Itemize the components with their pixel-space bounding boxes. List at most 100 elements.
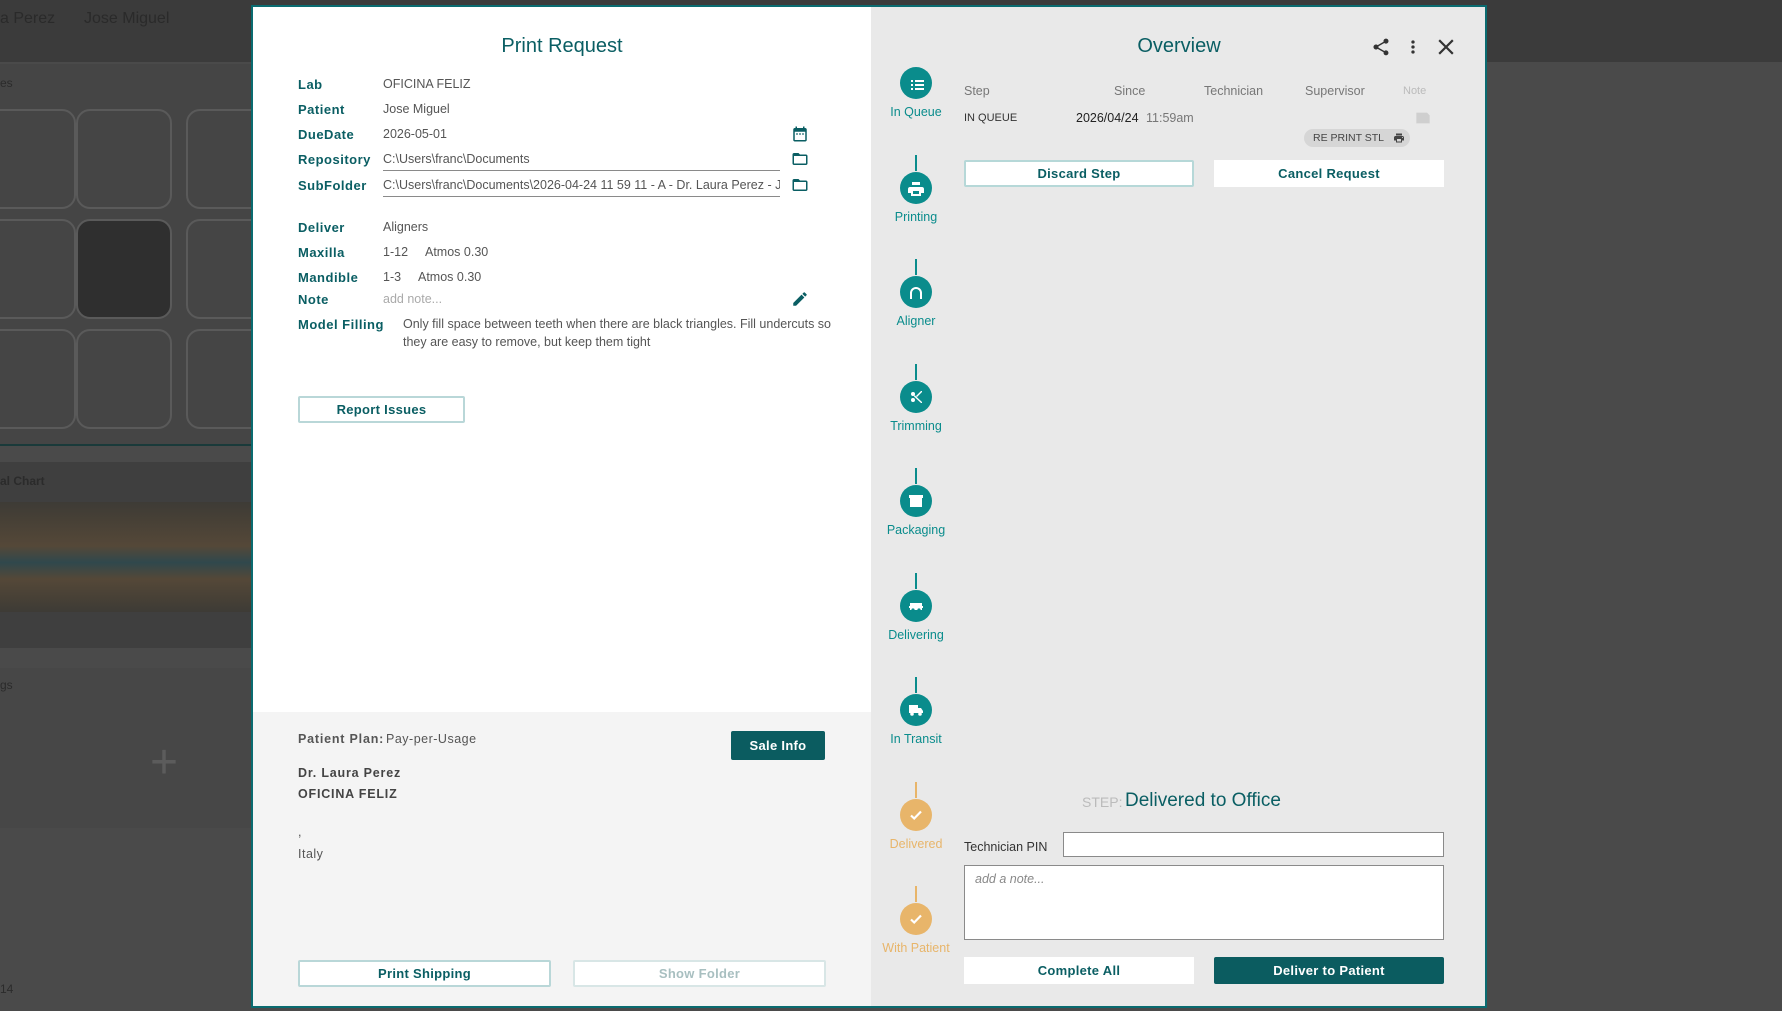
step-connector [915,781,917,798]
column-step: Step [964,84,990,98]
lab-value: OFICINA FELIZ [383,77,471,91]
background-card [76,219,172,319]
model-filling-label: Model Filling [298,317,384,332]
step-packaging[interactable]: Packaging [871,468,961,537]
column-technician: Technician [1204,84,1264,98]
technician-pin-input[interactable] [1063,832,1444,857]
background-faces-panel: es [0,64,282,446]
row-since-date: 2026/04/24 [1076,111,1139,125]
step-connector [915,259,917,275]
step-label: In Transit [890,732,942,746]
background-chart-panel: al Chart [0,462,260,648]
step-circle [900,694,932,726]
step-in-transit[interactable]: In Transit [871,677,961,746]
background-section-label: gs [0,678,13,692]
background-footer-number: 14 [0,982,14,996]
step-circle [900,485,932,517]
repository-field[interactable]: C:\Users\franc\Documents [383,152,530,166]
step-circle [900,798,932,831]
patient-plan-value: Pay-per-Usage [386,732,477,746]
maxilla-material: Atmos 0.30 [425,245,489,259]
step-label: Packaging [886,523,946,537]
column-note: Note [1403,85,1427,97]
report-issues-button[interactable]: Report Issues [298,396,465,423]
background-section-label: al Chart [0,474,45,488]
step-connector [915,886,917,902]
background-card [0,109,76,209]
duedate-value: 2026-05-01 [383,127,447,141]
step-connector [915,468,917,484]
add-icon: + [150,736,179,789]
folder-icon[interactable] [791,150,809,168]
background-notes-panel: gs [0,668,260,828]
column-since: Since [1114,84,1146,98]
discard-step-button[interactable]: Discard Step [964,160,1194,187]
step-label: Printing [894,209,938,224]
step-aligner[interactable]: Aligner [871,259,961,328]
mandible-range: 1-3 [383,270,402,284]
share-icon[interactable] [1371,37,1391,57]
subfolder-field[interactable]: C:\Users\franc\Documents\2026-04-24 11 5… [383,178,780,192]
step-circle [900,276,932,308]
package-icon [909,495,923,507]
duedate-label: DueDate [298,127,355,142]
truck-icon [909,705,923,716]
repository-underline [383,170,780,171]
deliver-label: Deliver [298,220,345,235]
patient-plan-footer: Patient Plan: Pay-per-Usage Sale Info Dr… [253,712,871,1006]
print-request-modal: Print Request Lab OFICINA FELIZ Patient … [251,5,1487,1008]
subfolder-underline [383,196,780,197]
country: Italy [298,847,324,861]
step-circle [900,67,932,99]
print-shipping-button[interactable]: Print Shipping [298,960,551,987]
complete-all-button[interactable]: Complete All [964,957,1194,984]
more-vert-icon[interactable] [1403,37,1423,57]
step-label: Aligner [896,314,936,328]
sale-info-button[interactable]: Sale Info [731,731,825,760]
car-icon [909,602,923,612]
step-circle [900,589,932,622]
doctor-name: Dr. Laura Perez [298,766,402,780]
step-label: Delivered [889,836,943,851]
note-label: Note [298,292,329,307]
step-label: With Patient [882,941,950,955]
note-icon[interactable] [1415,111,1431,125]
reprint-stl-chip[interactable]: RE PRINT STL [1304,129,1410,147]
step-prefix: STEP: [1082,794,1123,810]
breadcrumb-patient: Jose Miguel [84,10,170,27]
step-delivered[interactable]: Delivered [871,781,961,851]
note-placeholder[interactable]: add note... [383,292,442,306]
folder-icon[interactable] [791,176,809,194]
print-request-pane: Print Request Lab OFICINA FELIZ Patient … [253,7,871,1006]
aligner-icon [910,287,922,299]
step-circle [900,903,932,935]
overview-pane: Overview In Queue Printing Aligner Trimming… [871,7,1485,1006]
cancel-request-button[interactable]: Cancel Request [1214,160,1444,187]
calendar-icon[interactable] [791,125,809,143]
show-folder-button[interactable]: Show Folder [573,960,826,987]
step-trimming[interactable]: Trimming [871,363,961,433]
background-card [76,329,172,429]
close-icon[interactable] [1433,34,1459,60]
background-section-label: es [0,76,13,90]
step-circle [900,171,932,204]
step-label: Trimming [890,418,942,433]
step-with-patient[interactable]: With Patient [871,886,961,955]
step-printing[interactable]: Printing [871,154,961,224]
step-note-textarea[interactable] [964,865,1444,940]
step-delivering[interactable]: Delivering [871,572,961,642]
edit-pencil-icon[interactable] [791,290,809,308]
deliver-to-patient-button[interactable]: Deliver to Patient [1214,957,1444,984]
check-icon [910,810,922,820]
reprint-stl-label: RE PRINT STL [1313,132,1384,144]
step-in-queue[interactable]: In Queue [871,67,961,119]
current-step-name: Delivered to Office [1125,790,1281,811]
overview-title: Overview [1137,35,1221,57]
teeth-chart-image [0,502,260,612]
printer-icon [908,181,924,196]
breadcrumb-doctor: a Perez [0,10,56,27]
patient-plan-label: Patient Plan: [298,732,385,746]
step-connector [915,677,917,693]
printer-icon [1394,133,1404,143]
office-name: OFICINA FELIZ [298,787,398,801]
